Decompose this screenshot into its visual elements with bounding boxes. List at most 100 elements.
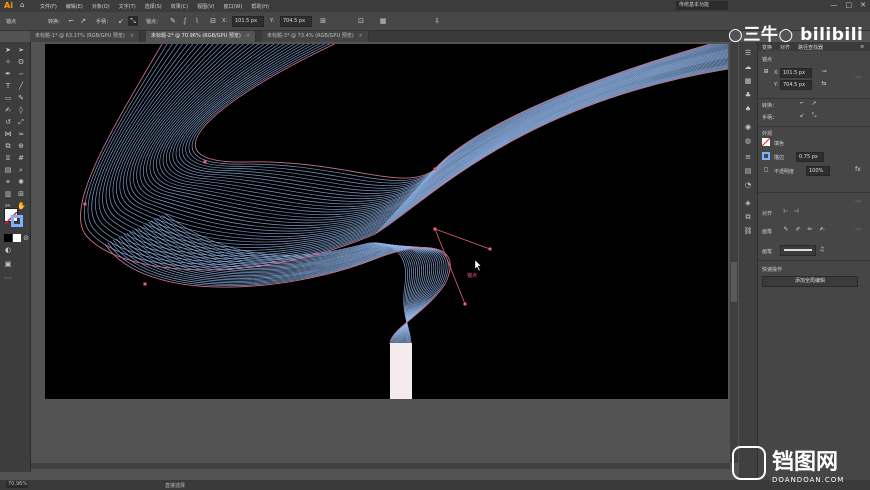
y-field[interactable]: 704.5 px [280,16,312,27]
close-icon[interactable]: × [246,33,250,39]
menu-type[interactable]: 文字(T) [119,3,136,10]
white-rectangle[interactable] [390,343,412,399]
fill-none-swatch[interactable] [761,137,771,147]
symbols-icon[interactable]: ♠ [743,104,753,114]
zoom-field[interactable]: 70.96% [6,481,28,488]
mesh-tool-icon[interactable]: # [17,154,25,162]
convert-smooth-icon[interactable]: ↗ [810,100,818,108]
eraser-tool-icon[interactable]: ◊ [17,106,25,114]
anchor-point[interactable] [203,160,207,164]
brush-icon[interactable]: ✎ [782,226,790,234]
stroke-color-swatch[interactable] [762,152,770,160]
more-options-icon[interactable]: ⋯ [854,198,862,206]
stroke-icon[interactable]: ≡ [743,152,753,162]
drawing-mode-icon[interactable]: ◐ [4,246,12,254]
direction-handle[interactable] [434,228,466,305]
screen-mode-icon[interactable]: ▣ [4,260,12,268]
menu-object[interactable]: 对象(O) [92,3,110,10]
graph-tool-icon[interactable]: ▥ [4,190,12,198]
properties-icon[interactable]: ☰ [743,48,753,58]
menu-effect[interactable]: 效果(C) [171,3,188,10]
quick-action-button[interactable]: 添加全局编辑 [762,276,858,287]
eyedropper-icon[interactable]: ⌕ [17,166,25,174]
rotate-tool-icon[interactable]: ↺ [4,118,12,126]
connect-icon[interactable]: ⌇ [192,16,202,26]
type-tool-icon[interactable]: T [4,82,12,90]
arrange-icon[interactable]: ⇩ [432,16,442,26]
convert-corner-icon[interactable]: ⌐ [66,16,76,26]
more-options-icon[interactable]: ⋯ [854,226,862,234]
lasso-tool-icon[interactable]: ʘ [17,58,25,66]
warp-tool-icon[interactable]: ≈ [17,130,25,138]
anchor-point[interactable] [433,227,437,231]
tab-document-1[interactable]: 未标题-1* @ 63.17% (RGB/GPU 预览) × [30,31,141,42]
color-mode-icon[interactable] [13,234,21,242]
anchor-point[interactable] [433,167,437,171]
vertical-scrollbar[interactable] [730,42,738,463]
tab-align[interactable]: 对齐 [780,44,790,51]
x-field[interactable]: 101.5 px [232,16,264,27]
guide-path[interactable] [104,243,451,345]
home-icon[interactable]: ⌂ [20,1,24,9]
hide-handles-icon[interactable]: ⤡ [128,16,138,26]
close-icon[interactable]: × [359,33,363,39]
transform-icon[interactable]: ⊞ [318,16,328,26]
pencil-icon[interactable]: ✏ [806,226,814,234]
rectangle-tool-icon[interactable]: ▭ [4,94,12,102]
blend-tool-icon[interactable]: ⚭ [4,178,12,186]
links-icon[interactable]: ⛓ [743,226,753,236]
direct-selection-tool-icon[interactable]: ➢ [17,46,25,54]
reference-point-icon[interactable]: ⊞ [762,68,770,76]
panel-y-field[interactable]: 704.5 px [780,80,812,90]
edit-toolbar-icon[interactable]: ⋯ [4,274,12,282]
align-center-icon[interactable]: ⊣ [792,208,800,216]
hide-handles-icon[interactable]: ⤡ [810,112,818,120]
fx-icon[interactable]: fx [854,166,862,174]
gradient-icon[interactable]: ▤ [743,166,753,176]
brush-definition-dropdown[interactable] [780,245,816,256]
blend-artwork[interactable]: 锚点 [45,44,728,399]
menu-window[interactable]: 窗口(W) [223,3,242,10]
magic-wand-icon[interactable]: ✧ [4,58,12,66]
gradient-tool-icon[interactable]: ▤ [4,166,12,174]
scroll-thumb[interactable] [731,262,737,302]
align-left-icon[interactable]: ⊢ [782,208,790,216]
menu-view[interactable]: 视图(V) [197,3,214,10]
paintbrush-tool-icon[interactable]: ✎ [17,94,25,102]
handle-point[interactable] [488,247,492,251]
perspective-grid-icon[interactable]: ⧖ [4,154,12,162]
grid-icon[interactable]: ▦ [378,16,388,26]
width-tool-icon[interactable]: ⋈ [4,130,12,138]
color-icon[interactable]: ◉ [743,122,753,132]
shape-builder-icon[interactable]: ⊕ [17,142,25,150]
convert-smooth-icon[interactable]: ↗ [78,16,88,26]
horizontal-scrollbar[interactable] [31,463,730,469]
brush-options-icon[interactable]: ♫ [818,246,826,254]
menu-select[interactable]: 选择(S) [145,3,162,10]
tab-document-2[interactable]: 未标题-2* @ 70.96% (RGB/GPU 预览) × [146,31,257,42]
tab-pathfinder[interactable]: 路径查找器 [798,44,823,51]
pen-tool-icon[interactable]: ✒ [4,70,12,78]
artboard-tool-icon[interactable]: ⊞ [17,190,25,198]
more-options-icon[interactable]: ⋯ [854,74,862,82]
line-tool-icon[interactable]: ╱ [17,82,25,90]
handle-point[interactable] [463,302,467,306]
swap-none-icon[interactable]: ⊘ [22,234,30,242]
align-icon[interactable]: ⊟ [208,16,218,26]
stroke-swatch[interactable] [11,215,23,227]
flip-icon[interactable]: ⇆ [820,80,828,88]
tab-transform[interactable]: 变换 [762,44,772,51]
panel-x-field[interactable]: 101.5 px [780,68,812,78]
swatches-icon[interactable]: ▦ [743,76,753,86]
isolate-icon[interactable]: ⊡ [356,16,366,26]
menu-help[interactable]: 帮助(H) [251,3,269,10]
minimize-button[interactable]: — [831,1,838,9]
default-colors-icon[interactable] [4,234,12,242]
workspace-switcher[interactable]: 传统基本功能 [676,1,728,10]
stroke-weight-field[interactable]: 0.75 px [796,152,824,162]
close-icon[interactable]: × [130,33,134,39]
smooth-icon[interactable]: ✍ [818,226,826,234]
tab-document-3[interactable]: 未标题-3* @ 73.4% (RGB/GPU 预览) × [262,31,369,42]
anchor-point[interactable] [83,202,87,206]
free-transform-icon[interactable]: ⧉ [4,142,12,150]
